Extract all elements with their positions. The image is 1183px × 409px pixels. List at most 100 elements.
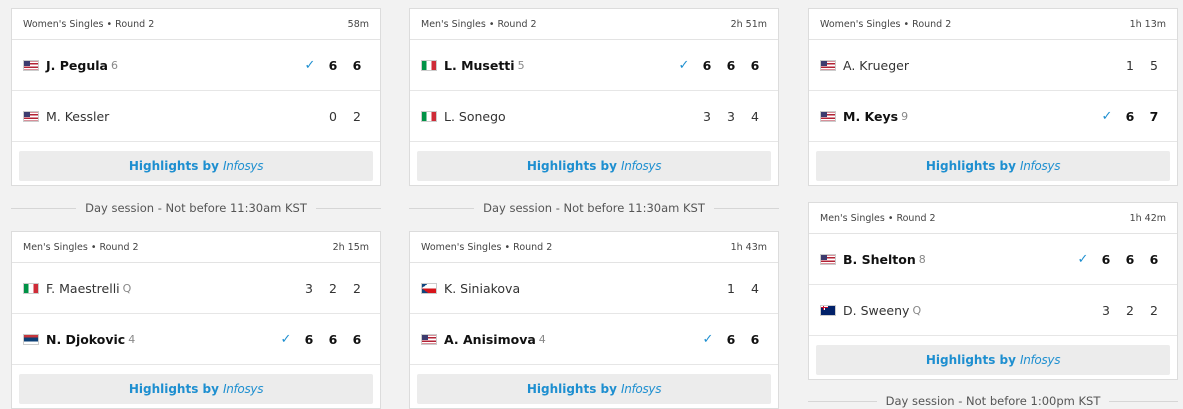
player-row[interactable]: J. Pegula 6 ✓ 6 6 xyxy=(12,40,380,91)
us-flag-icon xyxy=(820,59,836,71)
au-flag-icon xyxy=(820,304,836,316)
it-flag-icon xyxy=(421,59,437,71)
player-row[interactable]: B. Shelton 8 ✓ 6 6 6 xyxy=(809,234,1177,285)
infosys-logo: Infosys xyxy=(222,382,264,396)
us-flag-icon xyxy=(820,110,836,122)
player-name[interactable]: M. Keys xyxy=(843,109,898,124)
player-name[interactable]: B. Shelton xyxy=(843,252,916,267)
player-name[interactable]: D. Sweeny xyxy=(843,303,909,318)
winner-check-icon: ✓ xyxy=(280,331,292,347)
set-score: 6 xyxy=(352,57,362,73)
score-group: 14 xyxy=(719,281,767,296)
highlights-label: Highlights by xyxy=(526,159,617,173)
player-name[interactable]: K. Siniakova xyxy=(444,281,520,296)
set-score: 6 xyxy=(726,331,736,347)
player-name[interactable]: F. Maestrelli xyxy=(46,281,120,296)
highlights-button[interactable]: Highlights by Infosys xyxy=(19,151,373,181)
winner-check-icon: ✓ xyxy=(1077,251,1089,267)
highlights-button[interactable]: Highlights by Infosys xyxy=(816,151,1170,181)
player-seed: 4 xyxy=(538,332,546,346)
it-flag-icon xyxy=(23,282,39,294)
set-score: 6 xyxy=(750,57,760,73)
player-name[interactable]: L. Sonego xyxy=(444,109,506,124)
match-category: Men's Singles • Round 2 xyxy=(421,18,537,30)
player-row[interactable]: F. Maestrelli Q 3 2 2 xyxy=(12,263,380,314)
score-group: ✓ 6 6 6 xyxy=(675,58,767,73)
player-name[interactable]: A. Anisimova xyxy=(444,332,536,347)
set-score: 6 xyxy=(1101,251,1111,267)
score-group: 334 xyxy=(695,109,767,124)
player-row[interactable]: K. Siniakova 1 4 xyxy=(410,263,778,314)
highlights-button[interactable]: Highlights by Infosys xyxy=(417,151,771,181)
set-score: 1 xyxy=(1126,57,1134,73)
match-category: Women's Singles • Round 2 xyxy=(23,18,155,30)
match-card[interactable]: Women's Singles • Round 2 1h 43m K. Siniak… xyxy=(409,231,779,409)
winner-check-icon: ✓ xyxy=(678,57,690,73)
match-card[interactable]: Men's Singles • Round 2 2h 51m L. Musetti 5… xyxy=(409,8,779,186)
set-score: 0 xyxy=(329,108,337,124)
player-seed: 6 xyxy=(110,58,118,72)
player-row[interactable]: M. Keys 9 ✓ 6 7 xyxy=(809,91,1177,142)
set-score: 4 xyxy=(751,280,759,296)
score-group: 322 xyxy=(1094,303,1166,318)
player-row[interactable]: D. Sweeny Q 3 2 2 xyxy=(809,285,1177,336)
match-category: Men's Singles • Round 2 xyxy=(23,241,139,253)
set-score: 5 xyxy=(1150,57,1158,73)
infosys-logo: Infosys xyxy=(222,159,264,173)
set-score: 6 xyxy=(328,331,338,347)
set-score: 2 xyxy=(1126,302,1134,318)
set-score: 6 xyxy=(1125,251,1135,267)
set-score: 3 xyxy=(703,108,711,124)
set-score: 1 xyxy=(727,280,735,296)
player-row[interactable]: N. Djokovic 4 ✓ 6 6 6 xyxy=(12,314,380,365)
match-card[interactable]: Men's Singles • Round 2 2h 15m F. Maestrel… xyxy=(11,231,381,409)
highlights-button[interactable]: Highlights by Infosys xyxy=(417,374,771,404)
score-group: ✓ 6 6 6 xyxy=(277,332,369,347)
highlights-label: Highlights by xyxy=(925,353,1016,367)
cz-flag-icon xyxy=(421,282,437,294)
player-row[interactable]: M. Kessler 0 2 xyxy=(12,91,380,142)
us-flag-icon xyxy=(820,253,836,265)
infosys-logo: Infosys xyxy=(1019,353,1061,367)
player-row[interactable]: A. Anisimova 4 ✓ 6 6 xyxy=(410,314,778,365)
set-score: 2 xyxy=(353,280,361,296)
highlights-label: Highlights by xyxy=(128,382,219,396)
score-group: 15 xyxy=(1118,58,1166,73)
player-name[interactable]: M. Kessler xyxy=(46,109,109,124)
match-duration: 1h 42m xyxy=(1129,212,1166,224)
match-card[interactable]: Women's Singles • Round 2 1h 13m A. Kruege… xyxy=(808,8,1178,186)
us-flag-icon xyxy=(23,59,39,71)
match-card[interactable]: Men's Singles • Round 2 1h 42m B. Shelton 8… xyxy=(808,202,1178,380)
player-name[interactable]: N. Djokovic xyxy=(46,332,125,347)
session-divider: Day session - Not before 11:30am KST xyxy=(409,200,779,216)
set-score: 6 xyxy=(750,331,760,347)
score-group: ✓ 6 6 6 xyxy=(1074,252,1166,267)
player-row[interactable]: L. Sonego 3 3 4 xyxy=(410,91,778,142)
infosys-logo: Infosys xyxy=(620,382,662,396)
player-row[interactable]: L. Musetti 5 ✓ 6 6 6 xyxy=(410,40,778,91)
us-flag-icon xyxy=(421,333,437,345)
set-score: 6 xyxy=(702,57,712,73)
match-duration: 58m xyxy=(347,18,369,30)
match-duration: 1h 13m xyxy=(1129,18,1166,30)
player-seed: 4 xyxy=(128,332,136,346)
set-score: 6 xyxy=(726,57,736,73)
match-header: Men's Singles • Round 2 1h 42m xyxy=(809,203,1177,234)
session-label: Day session - Not before 11:30am KST xyxy=(85,201,307,215)
set-score: 2 xyxy=(353,108,361,124)
player-seed: 5 xyxy=(517,58,525,72)
match-header: Men's Singles • Round 2 2h 15m xyxy=(12,232,380,263)
winner-check-icon: ✓ xyxy=(304,57,316,73)
highlights-button[interactable]: Highlights by Infosys xyxy=(816,345,1170,375)
match-duration: 2h 15m xyxy=(332,241,369,253)
player-row[interactable]: A. Krueger 1 5 xyxy=(809,40,1177,91)
player-name[interactable]: L. Musetti xyxy=(444,58,515,73)
infosys-logo: Infosys xyxy=(620,159,662,173)
score-group: ✓ 6 7 xyxy=(1098,109,1166,124)
winner-check-icon: ✓ xyxy=(1101,108,1113,124)
score-group: ✓ 6 6 xyxy=(301,58,369,73)
match-card[interactable]: Women's Singles • Round 2 58m J. Pegula 6 ✓ 6… xyxy=(11,8,381,186)
highlights-button[interactable]: Highlights by Infosys xyxy=(19,374,373,404)
player-name[interactable]: A. Krueger xyxy=(843,58,909,73)
player-name[interactable]: J. Pegula xyxy=(46,58,108,73)
